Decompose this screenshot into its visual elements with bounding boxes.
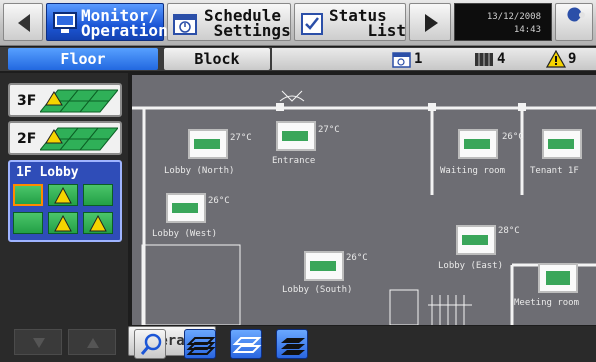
schedule-icon	[173, 14, 197, 35]
filter-count: 4	[497, 51, 506, 67]
view-tab-row: Floor Block 1 4 9	[0, 47, 596, 71]
unit-temp: 27°C	[230, 133, 252, 143]
view-all-floors-button[interactable]	[184, 329, 216, 359]
unit-name: Meeting room	[514, 298, 580, 308]
zone-tile[interactable]	[83, 184, 113, 206]
air-conditioner-icon	[462, 235, 488, 245]
zoom-button[interactable]	[134, 329, 166, 359]
left-arrow-icon	[18, 14, 30, 32]
settings-button[interactable]	[555, 3, 593, 41]
ac-unit-lobby-south[interactable]	[304, 251, 344, 281]
unit-temp: 27°C	[318, 125, 340, 135]
status-list-button[interactable]: Status List	[294, 3, 406, 41]
view-floor-solid-button[interactable]	[276, 329, 308, 359]
zone-tile[interactable]	[13, 212, 43, 234]
floor-label-3f: 3F	[17, 93, 37, 109]
unit-name: Lobby (South)	[282, 285, 353, 295]
floor-3f-thumbnail-icon	[40, 89, 118, 113]
layer-outline-icon	[232, 337, 262, 353]
right-arrow-icon	[425, 14, 438, 32]
unit-name: Lobby (East)	[438, 261, 504, 271]
air-conditioner-icon	[546, 271, 570, 285]
schedule-count: 1	[414, 51, 423, 67]
floor-map: 27°C Lobby (North) 27°C Entrance 26°C Wa…	[132, 75, 596, 325]
date-text: 13/12/2008	[486, 12, 541, 22]
ac-unit-waiting-room[interactable]	[458, 129, 498, 159]
unit-temp: 26°C	[208, 196, 230, 206]
floor-panel: 3F 2F 1F Lobby	[0, 73, 128, 362]
ac-unit-meeting-room[interactable]	[538, 263, 578, 293]
unit-name: Lobby (North)	[164, 166, 235, 176]
air-conditioner-icon	[548, 139, 574, 149]
scroll-up-button[interactable]	[68, 329, 116, 355]
warning-icon	[546, 50, 566, 68]
ac-unit-lobby-west[interactable]	[166, 193, 206, 223]
tab-block[interactable]: Block	[164, 48, 270, 70]
unit-temp: 26°C	[502, 132, 524, 142]
layers-icon	[186, 337, 216, 355]
zone-tile[interactable]	[48, 212, 78, 234]
clock-display: 13/12/2008 14:43	[454, 3, 552, 41]
unit-name: Waiting room	[440, 166, 506, 176]
time-text: 14:43	[513, 25, 541, 35]
ac-unit-entrance[interactable]	[276, 121, 316, 151]
up-arrow-icon	[87, 338, 99, 348]
zone-tile[interactable]	[13, 184, 43, 206]
floor-button-1f-lobby[interactable]: 1F Lobby	[8, 160, 122, 242]
air-conditioner-icon	[464, 139, 490, 149]
magnifier-icon	[140, 333, 162, 355]
top-toolbar: Monitor/ Operation Schedule Settings Sta…	[0, 0, 596, 46]
filter-sign-icon	[475, 53, 493, 66]
status-list-label: Status List	[329, 6, 407, 40]
floor-2f-thumbnail-icon	[40, 127, 118, 151]
unit-name: Entrance	[272, 156, 316, 166]
unit-temp: 26°C	[346, 253, 368, 263]
down-arrow-icon	[33, 338, 45, 348]
air-conditioner-icon	[310, 261, 336, 271]
layer-solid-icon	[281, 338, 305, 355]
back-button[interactable]	[3, 3, 43, 41]
monitor-operation-label: Monitor/ Operation	[81, 6, 168, 40]
bottom-toolbar: Operate	[128, 326, 596, 362]
air-conditioner-icon	[172, 203, 198, 213]
floor-label-2f: 2F	[17, 131, 37, 147]
warning-icon	[54, 186, 72, 204]
schedule-settings-label: Schedule Settings	[204, 6, 291, 40]
monitor-icon	[53, 12, 77, 33]
schedule-settings-button[interactable]: Schedule Settings	[167, 3, 291, 41]
unit-temp: 28°C	[498, 226, 520, 236]
scroll-down-button[interactable]	[14, 329, 62, 355]
ac-unit-tenant-1f[interactable]	[542, 129, 582, 159]
view-floor-outline-button[interactable]	[230, 329, 262, 359]
schedule-status-icon	[392, 52, 411, 68]
wrench-icon	[566, 7, 585, 32]
ac-unit-lobby-north[interactable]	[188, 129, 228, 159]
status-list-icon	[301, 13, 323, 35]
zone-tile[interactable]	[48, 184, 78, 206]
floor-button-3f[interactable]: 3F	[8, 83, 122, 117]
zone-tile[interactable]	[83, 212, 113, 234]
unit-name: Tenant 1F	[530, 166, 579, 176]
air-conditioner-icon	[194, 139, 220, 149]
monitor-operation-button[interactable]: Monitor/ Operation	[46, 3, 168, 41]
warning-count: 9	[568, 51, 577, 67]
floor-label-1f-lobby: 1F Lobby	[16, 165, 79, 180]
warning-icon	[89, 214, 107, 232]
warning-icon	[54, 214, 72, 232]
tab-floor[interactable]: Floor	[8, 48, 158, 70]
floor-button-2f[interactable]: 2F	[8, 121, 122, 155]
next-button[interactable]	[409, 3, 451, 41]
ac-unit-lobby-east[interactable]	[456, 225, 496, 255]
air-conditioner-icon	[282, 131, 308, 141]
unit-name: Lobby (West)	[152, 229, 218, 239]
